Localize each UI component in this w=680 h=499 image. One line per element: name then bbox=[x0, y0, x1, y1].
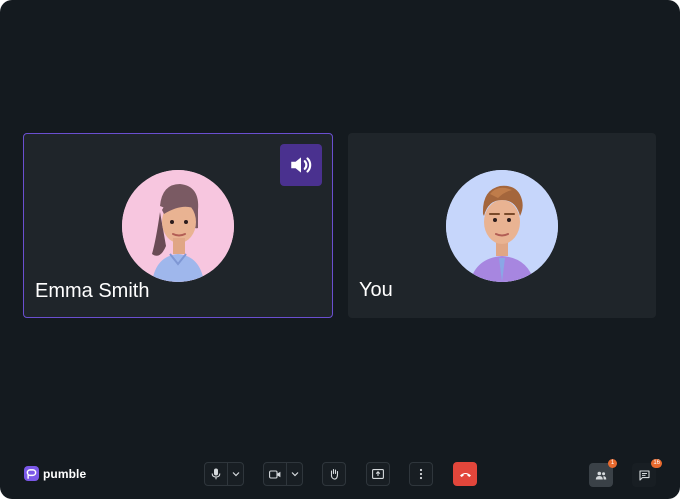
share-screen-button[interactable] bbox=[366, 462, 390, 486]
participants-count-badge: 1 bbox=[608, 459, 617, 468]
microphone-control-group bbox=[204, 462, 244, 486]
phone-hangup-icon bbox=[459, 472, 471, 477]
camera-control-group bbox=[263, 462, 303, 486]
camera-options-dropdown[interactable] bbox=[286, 463, 302, 485]
brand-logo: pumble bbox=[24, 466, 86, 481]
speaking-indicator-button[interactable] bbox=[280, 144, 322, 186]
camera-toggle-button[interactable] bbox=[264, 463, 286, 485]
avatar bbox=[446, 170, 558, 282]
mic-options-dropdown[interactable] bbox=[227, 463, 243, 485]
speaker-volume-icon bbox=[291, 157, 312, 173]
chat-unread-badge: 16 bbox=[651, 459, 662, 468]
chevron-down-icon bbox=[291, 472, 299, 477]
share-screen-icon bbox=[372, 469, 384, 479]
people-icon bbox=[595, 471, 607, 479]
pumble-logo-icon bbox=[24, 466, 39, 481]
camera-icon bbox=[269, 469, 281, 479]
participants-button[interactable]: 1 bbox=[589, 459, 617, 487]
brand-name: pumble bbox=[43, 466, 87, 481]
more-options-button[interactable] bbox=[409, 462, 433, 486]
participant-tile-emma[interactable]: Emma Smith bbox=[23, 133, 333, 318]
participant-name: Emma Smith bbox=[35, 280, 150, 302]
call-window: Emma Smith You pumble 1 16 bbox=[0, 0, 680, 499]
raise-hand-button[interactable] bbox=[322, 462, 346, 486]
chevron-down-icon bbox=[232, 472, 240, 477]
leave-call-button[interactable] bbox=[453, 462, 477, 486]
avatar bbox=[122, 170, 234, 282]
more-vertical-icon bbox=[419, 468, 423, 480]
mic-toggle-button[interactable] bbox=[205, 463, 227, 485]
participant-tile-you[interactable]: You bbox=[348, 133, 656, 318]
participant-name: You bbox=[359, 279, 393, 301]
chat-button[interactable]: 16 bbox=[632, 459, 662, 487]
man-avatar-illustration bbox=[446, 170, 558, 282]
microphone-icon bbox=[211, 468, 221, 480]
hand-icon bbox=[330, 468, 338, 480]
chat-icon bbox=[638, 469, 650, 481]
woman-avatar-illustration bbox=[122, 170, 234, 282]
